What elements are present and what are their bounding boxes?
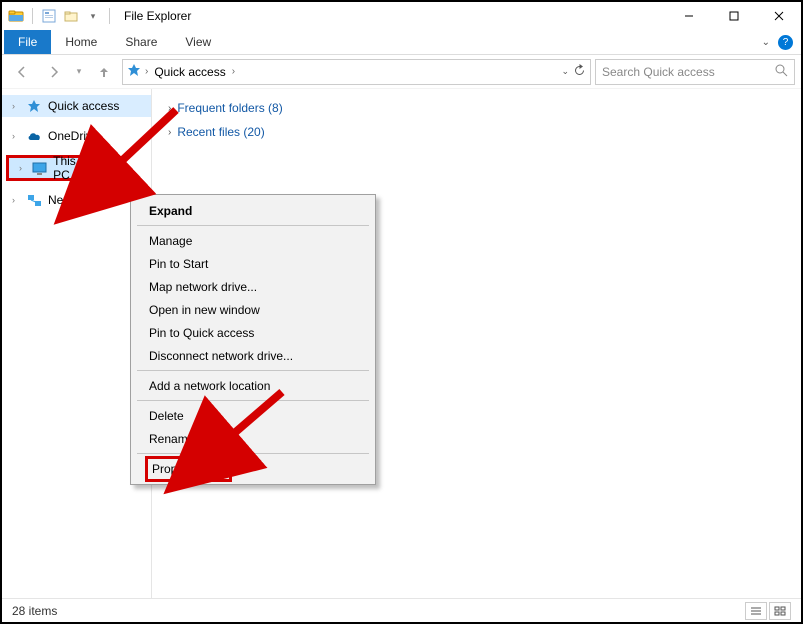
sidebar-item-quick-access[interactable]: › Quick access: [2, 95, 151, 117]
chevron-right-icon[interactable]: ›: [19, 163, 28, 173]
address-dropdown-icon[interactable]: ⌄: [561, 66, 569, 77]
titlebar: ▾ File Explorer: [2, 2, 801, 30]
status-bar: 28 items: [2, 598, 801, 622]
address-bar[interactable]: › Quick access › ⌄: [122, 59, 591, 85]
forward-button[interactable]: [40, 58, 68, 86]
chevron-right-icon[interactable]: ›: [168, 103, 171, 114]
tab-view[interactable]: View: [171, 30, 225, 54]
menu-item-add-network-location[interactable]: Add a network location: [133, 374, 373, 397]
sidebar-item-network[interactable]: › Network: [2, 189, 151, 211]
menu-item-expand[interactable]: Expand: [133, 199, 373, 222]
file-explorer-window: ▾ File Explorer File Home Share View ⌄ ?…: [0, 0, 803, 624]
up-button[interactable]: [90, 58, 118, 86]
menu-item-delete[interactable]: Delete: [133, 404, 373, 427]
large-icons-view-button[interactable]: [769, 602, 791, 620]
group-label: Recent files (20): [177, 125, 264, 139]
tab-home[interactable]: Home: [51, 30, 111, 54]
breadcrumb[interactable]: Quick access: [152, 65, 227, 79]
group-recent-files[interactable]: › Recent files (20): [168, 125, 785, 139]
menu-item-open-new-window[interactable]: Open in new window: [133, 298, 373, 321]
recent-locations-button[interactable]: ▾: [72, 58, 86, 86]
sidebar-item-onedrive[interactable]: › OneDrive: [2, 125, 151, 147]
window-title: File Explorer: [118, 9, 191, 23]
network-icon: [26, 192, 42, 208]
menu-item-manage[interactable]: Manage: [133, 229, 373, 252]
help-icon[interactable]: ?: [778, 35, 793, 50]
status-text: 28 items: [12, 604, 57, 618]
group-frequent-folders[interactable]: › Frequent folders (8): [168, 101, 785, 115]
chevron-right-icon[interactable]: ›: [145, 66, 148, 77]
sidebar-item-label: OneDrive: [46, 129, 99, 143]
separator: [109, 8, 110, 24]
cloud-icon: [26, 128, 42, 144]
group-label: Frequent folders (8): [177, 101, 282, 115]
menu-divider: [137, 370, 369, 371]
back-button[interactable]: [8, 58, 36, 86]
menu-item-pin-to-start[interactable]: Pin to Start: [133, 252, 373, 275]
chevron-right-icon[interactable]: ›: [12, 131, 22, 141]
context-menu: Expand Manage Pin to Start Map network d…: [130, 194, 376, 485]
new-folder-icon[interactable]: [61, 6, 81, 26]
ribbon: File Home Share View ⌄ ?: [2, 30, 801, 55]
chevron-right-icon[interactable]: ›: [12, 195, 22, 205]
ribbon-expand-icon[interactable]: ⌄: [762, 37, 770, 48]
nav-row: ▾ › Quick access › ⌄ Search Quick access: [2, 55, 801, 89]
sidebar-item-label: Network: [46, 193, 92, 207]
menu-item-pin-quick-access[interactable]: Pin to Quick access: [133, 321, 373, 344]
menu-item-map-network-drive[interactable]: Map network drive...: [133, 275, 373, 298]
menu-item-rename[interactable]: Rename: [133, 427, 373, 450]
sidebar-item-this-pc[interactable]: › This PC: [6, 155, 95, 181]
chevron-right-icon[interactable]: ›: [12, 101, 22, 111]
menu-divider: [137, 400, 369, 401]
search-placeholder: Search Quick access: [602, 65, 715, 79]
menu-item-properties[interactable]: Properties: [133, 457, 373, 480]
sidebar-item-label: This PC: [51, 154, 92, 182]
star-icon: [26, 98, 42, 114]
menu-divider: [137, 453, 369, 454]
properties-icon[interactable]: [39, 6, 59, 26]
minimize-button[interactable]: [666, 2, 711, 30]
monitor-icon: [32, 160, 47, 176]
quick-access-star-icon: [127, 63, 141, 80]
separator: [32, 8, 33, 24]
menu-divider: [137, 225, 369, 226]
search-input[interactable]: Search Quick access: [595, 59, 795, 85]
menu-item-disconnect-network-drive[interactable]: Disconnect network drive...: [133, 344, 373, 367]
search-icon: [775, 64, 788, 80]
chevron-right-icon[interactable]: ›: [232, 66, 235, 77]
qat-dropdown-icon[interactable]: ▾: [83, 6, 103, 26]
tab-share[interactable]: Share: [111, 30, 171, 54]
refresh-icon[interactable]: [573, 64, 586, 80]
app-icon: [6, 6, 26, 26]
chevron-right-icon[interactable]: ›: [168, 127, 171, 138]
file-tab[interactable]: File: [4, 30, 51, 54]
maximize-button[interactable]: [711, 2, 756, 30]
sidebar-item-label: Quick access: [46, 99, 119, 113]
close-button[interactable]: [756, 2, 801, 30]
body: › Quick access › OneDrive › This PC › Ne…: [2, 89, 801, 598]
details-view-button[interactable]: [745, 602, 767, 620]
